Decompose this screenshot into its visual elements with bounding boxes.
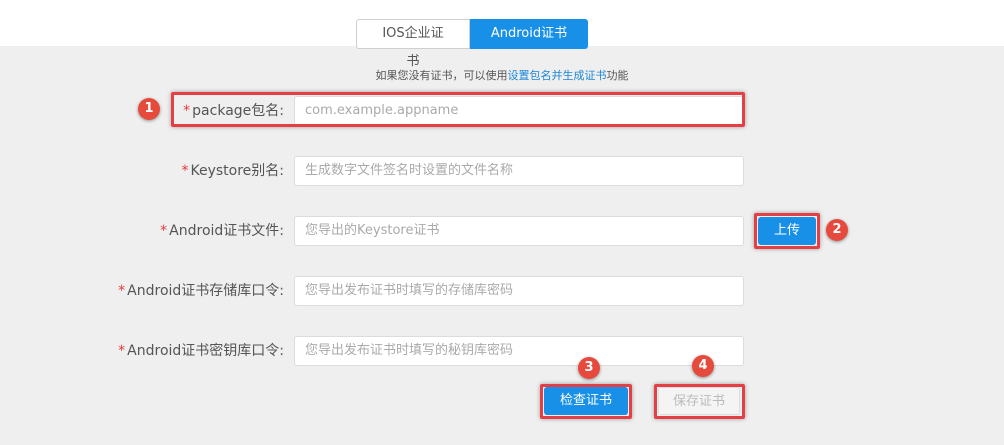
generate-cert-link[interactable]: 设置包名并生成证书 xyxy=(508,69,607,82)
required-mark: * xyxy=(118,343,126,359)
key-pass-label-text: Android证书密钥库口令: xyxy=(127,343,284,359)
alias-label: * Keystore别名: xyxy=(181,156,284,186)
cert-file-label: * Android证书文件: xyxy=(160,216,284,246)
tab-android[interactable]: Android证书 xyxy=(470,19,588,49)
required-mark: * xyxy=(160,223,168,239)
alias-label-text: Keystore别名: xyxy=(190,163,284,179)
hint-suffix: 功能 xyxy=(606,69,629,82)
cert-file-input[interactable]: 您导出的Keystore证书 xyxy=(294,216,744,246)
required-mark: * xyxy=(181,163,189,179)
certificate-tabs: IOS企业证书 Android证书 xyxy=(356,19,588,69)
keystore-alias-input[interactable]: 生成数字文件签名时设置的文件名称 xyxy=(294,156,744,186)
annotation-badge-4: 4 xyxy=(692,355,714,377)
tab-ios-enterprise[interactable]: IOS企业证书 xyxy=(356,19,470,69)
annotation-badge-3: 3 xyxy=(578,357,600,379)
annotation-badge-1: 1 xyxy=(138,98,160,120)
required-mark: * xyxy=(118,283,126,299)
annotation-box-4 xyxy=(654,384,745,419)
hint-text: 如果您没有证书，可以使用设置包名并生成证书功能 xyxy=(0,67,1004,83)
cert-file-label-text: Android证书文件: xyxy=(169,223,284,239)
annotation-box-3 xyxy=(540,384,632,419)
key-password-input[interactable]: 您导出发布证书时填写的秘钥库密码 xyxy=(294,336,744,366)
store-pass-label-text: Android证书存储库口令: xyxy=(127,283,284,299)
annotation-box-1 xyxy=(171,92,745,127)
annotation-box-2 xyxy=(754,213,820,249)
store-pass-label: * Android证书存储库口令: xyxy=(118,276,284,306)
annotation-badge-2: 2 xyxy=(826,219,848,241)
hint-prefix: 如果您没有证书，可以使用 xyxy=(375,69,508,82)
key-pass-label: * Android证书密钥库口令: xyxy=(118,336,284,366)
store-password-input[interactable]: 您导出发布证书时填写的存储库密码 xyxy=(294,276,744,306)
